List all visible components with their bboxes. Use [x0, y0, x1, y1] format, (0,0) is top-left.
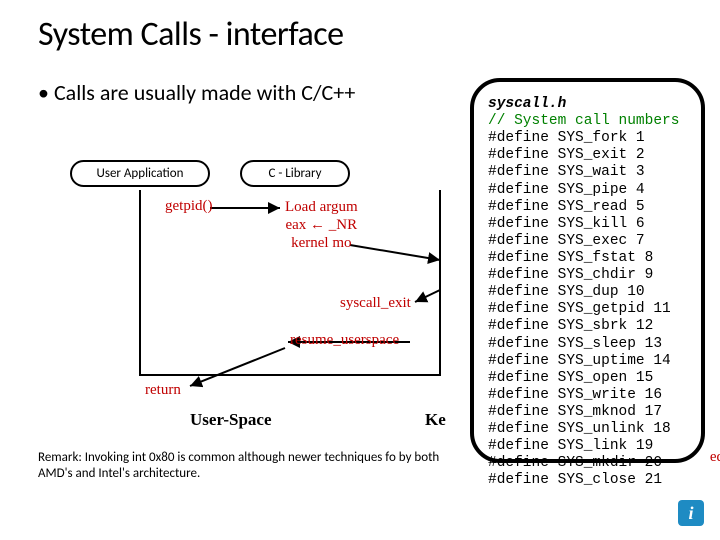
syscall-exit-label: syscall_exit: [340, 295, 411, 312]
getpid-label: getpid(): [165, 198, 212, 215]
code-lines: #define SYS_fork 1 #define SYS_exit 2 #d…: [488, 130, 671, 488]
return-label: return: [145, 382, 181, 399]
flow-diagram: User Application C - Library getpid() Lo…: [70, 160, 470, 420]
kernel-space-label: Ke: [425, 410, 446, 430]
load-arguments-label: Load argum eax ← _NR kernel mo: [285, 198, 358, 252]
c-library-box: C - Library: [240, 160, 350, 187]
info-icon[interactable]: i: [678, 500, 704, 526]
truncated-text: ed: [710, 449, 720, 466]
user-application-box: User Application: [70, 160, 210, 187]
load-l3: kernel mo: [291, 235, 351, 251]
remark-text: Remark: Invoking int 0x80 is common alth…: [38, 450, 468, 483]
code-filename: syscall.h: [488, 96, 566, 112]
load-l1: Load argum: [285, 199, 358, 215]
diagram-arrows: [70, 160, 470, 420]
user-space-label: User-Space: [190, 410, 272, 430]
code-comment: // System call numbers: [488, 113, 679, 129]
syscall-code-box: syscall.h // System call numbers #define…: [470, 78, 705, 463]
load-l2: eax ← _NR: [285, 217, 357, 233]
resume-userspace-label: resume_userspace: [290, 332, 399, 349]
page-title: System Calls - interface: [0, 0, 720, 55]
